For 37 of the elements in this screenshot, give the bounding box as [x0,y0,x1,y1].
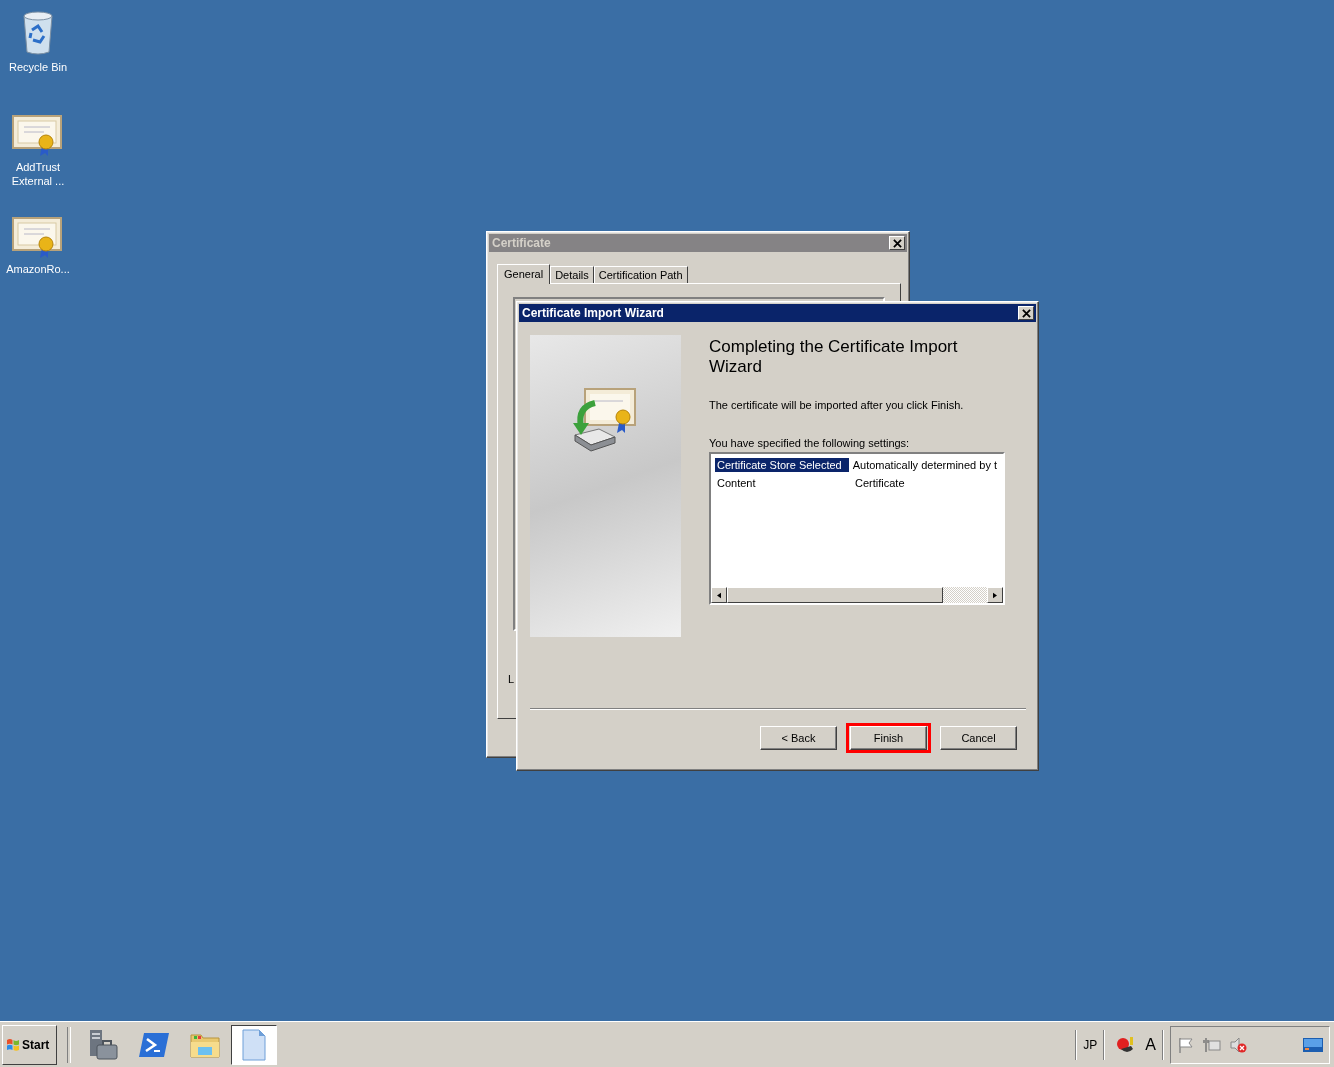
tab[interactable]: Details [550,266,594,283]
list-item: Automatically determined by t [851,458,998,472]
list-item[interactable]: Content [715,476,851,490]
flag-icon[interactable] [1177,1035,1195,1054]
document-icon [242,1028,266,1061]
window-title: Certificate [492,236,551,250]
start-button[interactable]: Start [2,1024,57,1065]
icon-label: AmazonRo... [5,262,71,276]
icon-label: Recycle Bin [7,60,69,74]
alert-icon[interactable] [1115,1034,1136,1055]
scroll-thumb[interactable] [727,587,943,603]
taskbar-window-button[interactable] [231,1024,277,1065]
speaker-muted-icon[interactable] [1229,1035,1247,1054]
dialog-button[interactable]: < Back [760,726,837,750]
settings-label: You have specified the following settings: [709,437,911,449]
tab[interactable]: Certification Path [593,266,688,283]
ime-indicator[interactable]: A [1145,1035,1156,1054]
close-button[interactable] [1018,306,1034,320]
scroll-left-icon[interactable] [711,587,727,603]
server-toolbox-icon[interactable] [87,1028,119,1061]
tab[interactable]: General [497,264,551,284]
icon-label: AddTrust External ... [10,160,66,188]
window-title: Certificate Import Wizard [522,306,664,320]
dialog-button[interactable]: Cancel [940,726,1017,750]
list-item[interactable]: Certificate Store Selected [715,458,849,472]
certificate-icon[interactable] [12,112,64,156]
language-indicator[interactable]: JP [1083,1037,1098,1052]
dialog-button[interactable]: Finish [850,726,927,750]
certificate-icon[interactable] [12,214,64,258]
message-text: The certificate will be imported after you click Finish. [709,399,965,411]
field-label: L [508,673,515,685]
list-item: Certificate [854,476,906,490]
show-desktop-icon[interactable] [1303,1037,1323,1052]
windows-logo-icon [6,1037,20,1052]
scroll-right-icon[interactable] [987,587,1003,603]
horizontal-scrollbar[interactable] [711,587,1003,603]
wizard-heading: Completing the Certificate Import Wizard [709,337,959,377]
